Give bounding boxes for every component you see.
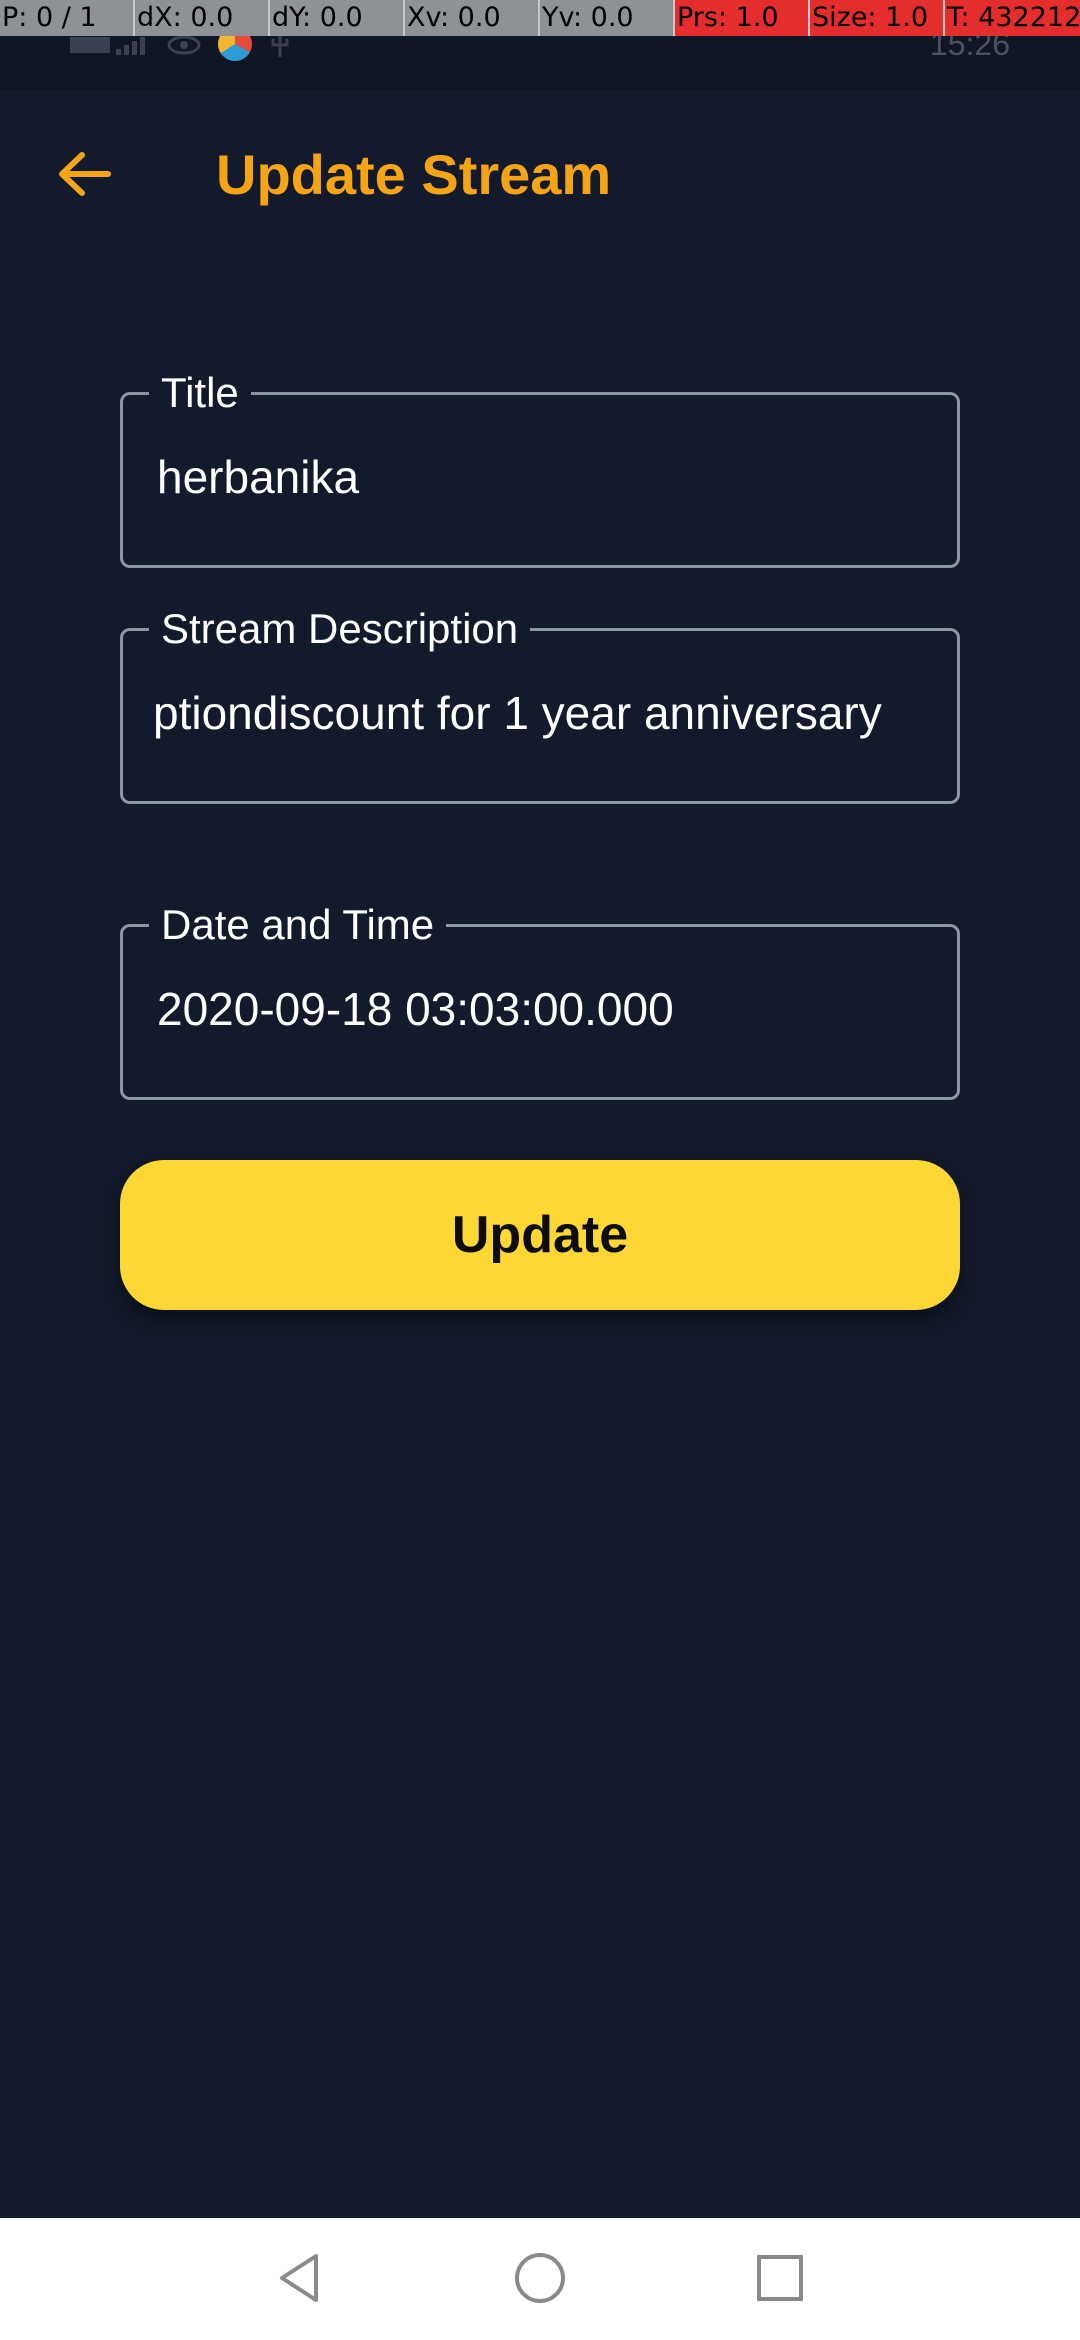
- page-title: Update Stream: [216, 143, 612, 206]
- app-screen: P: 0 / 1 dX: 0.0 dY: 0.0 Xv: 0.0 Yv: 0.0…: [0, 0, 1080, 2340]
- arrow-left-icon: [56, 149, 112, 204]
- title-field-value[interactable]: herbanika: [157, 447, 933, 507]
- debug-dy: dY: 0.0: [270, 0, 405, 36]
- nav-home-button[interactable]: [502, 2242, 578, 2318]
- title-field[interactable]: Title herbanika: [120, 365, 960, 568]
- nav-back-button[interactable]: [262, 2242, 338, 2318]
- status-bar: 15:26: [0, 26, 1080, 90]
- date-time-field[interactable]: Date and Time 2020-09-18 03:03:00.000: [120, 897, 960, 1100]
- system-navigation-bar: [0, 2218, 1080, 2340]
- pointer-location-overlay: P: 0 / 1 dX: 0.0 dY: 0.0 Xv: 0.0 Yv: 0.0…: [0, 0, 1080, 36]
- eye-icon: [166, 31, 202, 65]
- nav-recents-button[interactable]: [742, 2242, 818, 2318]
- debug-size: Size: 1.0: [810, 0, 945, 36]
- debug-dx: dX: 0.0: [135, 0, 270, 36]
- debug-pointer-count: P: 0 / 1: [0, 0, 135, 36]
- date-time-label: Date and Time: [149, 897, 447, 953]
- debug-time: T: 432212: [945, 0, 1080, 36]
- debug-pressure: Prs: 1.0: [675, 0, 810, 36]
- status-icons: [70, 27, 292, 61]
- usb-icon: [268, 31, 292, 65]
- stream-description-value[interactable]: ptiondiscount for 1 year anniversary: [153, 683, 921, 743]
- debug-xv: Xv: 0.0: [405, 0, 540, 36]
- stream-description-label: Stream Description: [149, 601, 531, 657]
- update-button[interactable]: Update: [120, 1160, 960, 1310]
- triangle-back-icon: [272, 2250, 328, 2311]
- debug-yv: Yv: 0.0: [540, 0, 675, 36]
- square-recents-icon: [752, 2250, 808, 2311]
- circle-home-icon: [512, 2250, 568, 2311]
- stream-description-field[interactable]: Stream Description ptiondiscount for 1 y…: [120, 601, 960, 804]
- back-button[interactable]: [46, 138, 122, 214]
- app-bar: Update Stream: [0, 90, 1080, 260]
- title-field-label: Title: [149, 365, 251, 421]
- signal-icon: [70, 31, 150, 65]
- date-time-value[interactable]: 2020-09-18 03:03:00.000: [157, 979, 933, 1039]
